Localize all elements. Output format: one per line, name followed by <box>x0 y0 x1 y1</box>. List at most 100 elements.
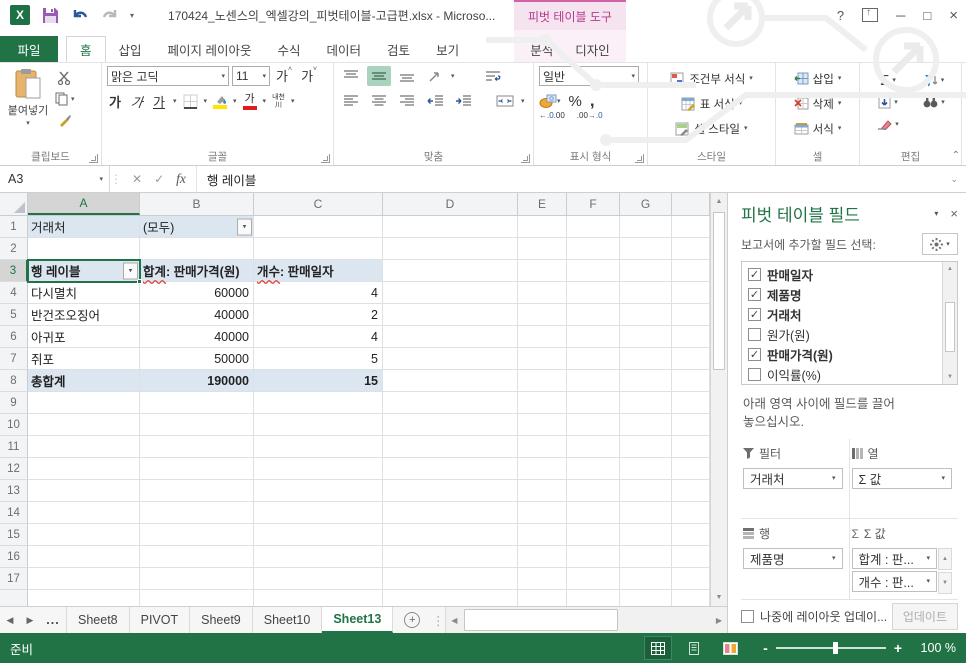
cell-H5[interactable] <box>672 304 710 326</box>
cell-A6[interactable]: 아귀포 <box>28 326 140 348</box>
cell-E8[interactable] <box>518 370 567 392</box>
cell-C1[interactable] <box>254 216 383 238</box>
new-sheet-button[interactable]: + <box>393 607 431 633</box>
cell-A2[interactable] <box>28 238 140 260</box>
cell-C7[interactable]: 5 <box>254 348 383 370</box>
tools-button[interactable]: ▾ <box>922 233 958 255</box>
number-format-combo[interactable]: 일반 ▾ <box>539 66 639 86</box>
cell-H15[interactable] <box>672 524 710 546</box>
cell-C8[interactable]: 15 <box>254 370 383 392</box>
cell-C5[interactable]: 2 <box>254 304 383 326</box>
cell-A13[interactable] <box>28 480 140 502</box>
cell-G12[interactable] <box>620 458 672 480</box>
phonetic-guide-button[interactable]: 내천 川 <box>272 94 285 109</box>
cell-D9[interactable] <box>383 392 518 414</box>
insert-function-icon[interactable]: fx <box>176 171 186 187</box>
cell-A8[interactable]: 총합계 <box>28 370 140 392</box>
cell-G18[interactable] <box>620 590 672 606</box>
area-field-dropdown-icon[interactable]: ▾ <box>941 475 945 482</box>
zoom-level[interactable]: 100 % <box>912 641 956 655</box>
column-header-A[interactable]: A <box>28 193 140 215</box>
font-name-dropdown-icon[interactable]: ▾ <box>221 73 225 80</box>
cell-C13[interactable] <box>254 480 383 502</box>
cell-B9[interactable] <box>140 392 254 414</box>
delete-cells-button[interactable]: 삭제 ▾ <box>781 93 854 114</box>
format-painter-button[interactable] <box>55 111 75 129</box>
row-header-8[interactable]: 8 <box>0 370 28 392</box>
cell-G10[interactable] <box>620 414 672 436</box>
fill-handle[interactable] <box>137 279 142 284</box>
cell-C15[interactable] <box>254 524 383 546</box>
cell-D1[interactable] <box>383 216 518 238</box>
cell-B5[interactable]: 40000 <box>140 304 254 326</box>
row-header-3[interactable]: 3 <box>0 260 28 282</box>
cell-D7[interactable] <box>383 348 518 370</box>
paste-button[interactable]: 붙여넣기 ▾ <box>5 66 51 150</box>
cell-A4[interactable]: 다시멸치 <box>28 282 140 304</box>
row-header-5[interactable]: 5 <box>0 304 28 326</box>
normal-view-button[interactable] <box>644 636 673 660</box>
format-cells-button[interactable]: 서식 ▾ <box>781 118 854 139</box>
cell-B6[interactable]: 40000 <box>140 326 254 348</box>
field-checkbox[interactable]: ✓ <box>748 307 761 321</box>
cell-G5[interactable] <box>620 304 672 326</box>
field-scroll-down-icon[interactable]: ▼ <box>943 370 957 384</box>
cell-E3[interactable] <box>518 260 567 282</box>
cell-C17[interactable] <box>254 568 383 590</box>
cell-F4[interactable] <box>567 282 620 304</box>
cell-H2[interactable] <box>672 238 710 260</box>
cell-B12[interactable] <box>140 458 254 480</box>
name-box-dropdown-icon[interactable]: ▾ <box>99 176 103 183</box>
cell-C11[interactable] <box>254 436 383 458</box>
cell-C10[interactable] <box>254 414 383 436</box>
cell-G3[interactable] <box>620 260 672 282</box>
sheet-tab-Sheet9[interactable]: Sheet9 <box>190 607 253 633</box>
cell-D13[interactable] <box>383 480 518 502</box>
accounting-format-button[interactable]: ▾ <box>539 94 561 108</box>
comma-style-button[interactable]: , <box>590 91 595 111</box>
page-break-view-button[interactable] <box>717 637 743 659</box>
merge-center-button[interactable] <box>493 91 517 111</box>
values-scroll-down-icon[interactable]: ▼ <box>938 572 952 595</box>
cell-D4[interactable] <box>383 282 518 304</box>
pane-options-dropdown-icon[interactable]: ▾ <box>934 209 938 218</box>
ribbon-tab-삽입[interactable]: 삽입 <box>106 36 155 62</box>
cell-H1[interactable] <box>672 216 710 238</box>
cell-F13[interactable] <box>567 480 620 502</box>
confirm-entry-icon[interactable]: ✓ <box>154 172 164 186</box>
cell-B3[interactable]: 합계 : 판매가격(원) <box>140 260 254 282</box>
cell-F18[interactable] <box>567 590 620 606</box>
format-as-table-button[interactable]: 표 서식 ▾ <box>653 93 770 114</box>
decrease-indent-button[interactable] <box>423 91 447 111</box>
sheet-tab-Sheet8[interactable]: Sheet8 <box>66 607 130 633</box>
select-all-corner[interactable] <box>0 193 28 215</box>
cell-E18[interactable] <box>518 590 567 606</box>
cell-A9[interactable] <box>28 392 140 414</box>
cell-G13[interactable] <box>620 480 672 502</box>
cell-G8[interactable] <box>620 370 672 392</box>
italic-button[interactable]: 가 <box>128 92 147 111</box>
cancel-entry-icon[interactable]: ✕ <box>132 172 142 186</box>
row-header-2[interactable]: 2 <box>0 238 28 260</box>
cell-F7[interactable] <box>567 348 620 370</box>
cell-F1[interactable] <box>567 216 620 238</box>
cell-B8[interactable]: 190000 <box>140 370 254 392</box>
cell-E11[interactable] <box>518 436 567 458</box>
row-header-13[interactable]: 13 <box>0 480 28 502</box>
percent-style-button[interactable]: % <box>569 93 582 110</box>
values-scroll-up-icon[interactable]: ▲ <box>938 548 952 571</box>
cell-E17[interactable] <box>518 568 567 590</box>
cell-B4[interactable]: 60000 <box>140 282 254 304</box>
cell-F12[interactable] <box>567 458 620 480</box>
cell-filter-dropdown[interactable]: ▾ <box>123 262 138 279</box>
field-item-이익률(%)[interactable]: 이익률(%) <box>742 364 942 384</box>
row-header-17[interactable]: 17 <box>0 568 28 590</box>
cell-F2[interactable] <box>567 238 620 260</box>
cell-F8[interactable] <box>567 370 620 392</box>
field-checkbox[interactable]: ✓ <box>748 287 761 301</box>
cell-F11[interactable] <box>567 436 620 458</box>
cell-C3[interactable]: 개수 : 판매일자 <box>254 260 383 282</box>
ribbon-tab-페이지 레이아웃[interactable]: 페이지 레이아웃 <box>155 36 265 62</box>
cell-B7[interactable]: 50000 <box>140 348 254 370</box>
copy-button[interactable]: ▾ <box>55 90 75 108</box>
